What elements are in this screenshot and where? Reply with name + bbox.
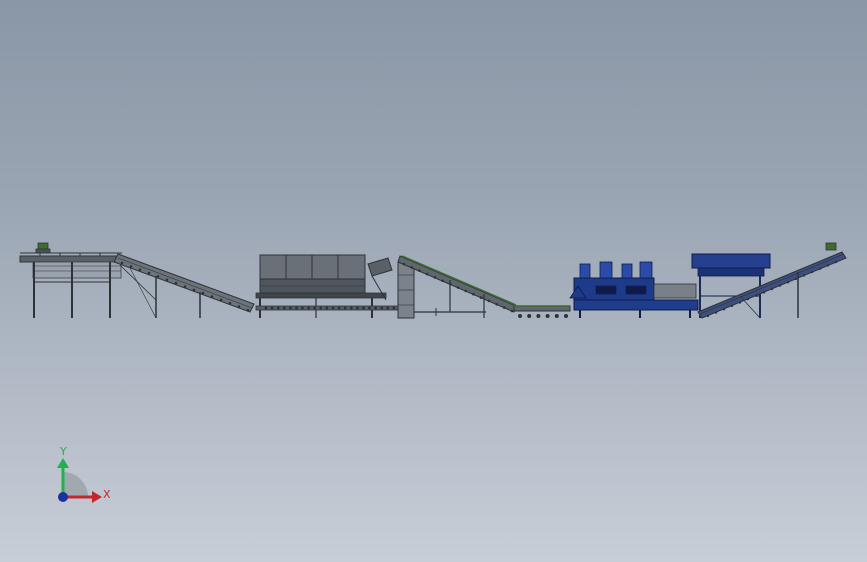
- conveyor-roller: [518, 314, 522, 318]
- conveyor-roller: [138, 268, 142, 272]
- conveyor-roller: [479, 296, 483, 299]
- conveyor-roller: [754, 294, 758, 297]
- conveyor-roller: [374, 306, 377, 310]
- conveyor-roller: [495, 303, 498, 306]
- conveyor-roller: [826, 264, 830, 267]
- conveyor-roller: [730, 304, 734, 308]
- triad-y-arrow: [57, 458, 69, 468]
- conveyor-roller: [425, 272, 429, 276]
- conveyor-roller: [536, 314, 541, 318]
- triad-y-label: Y: [59, 445, 67, 458]
- conveyor-roller: [418, 269, 421, 273]
- conveyor-roller: [706, 314, 710, 318]
- conveyor-roller: [210, 295, 214, 298]
- conveyor-roller: [738, 301, 742, 304]
- conveyor-roller: [834, 260, 838, 264]
- conveyor-roller: [356, 306, 359, 310]
- conveyor-roller: [770, 287, 774, 291]
- cad-viewport[interactable]: Y X: [0, 0, 867, 562]
- conveyor-roller: [219, 298, 223, 302]
- conveyor-roller: [380, 306, 384, 310]
- conveyor-roller: [368, 306, 371, 310]
- blue-processing-units: [569, 261, 699, 318]
- conveyor-roller: [325, 306, 329, 310]
- conveyor-roller: [237, 305, 241, 308]
- conveyor-roller: [362, 306, 365, 310]
- conveyor-roller: [487, 299, 491, 303]
- conveyor-roller: [156, 275, 160, 278]
- conveyor-roller: [545, 314, 550, 318]
- hopper-belt-rollers: [264, 306, 402, 310]
- conveyor-roller: [456, 286, 460, 289]
- conveyor-roller: [313, 306, 317, 310]
- conveyor-roller: [201, 291, 205, 295]
- coordinate-triad: Y X: [57, 445, 111, 503]
- conveyor-roller: [441, 279, 444, 283]
- conveyor-roller: [295, 306, 298, 310]
- conveyor-roller: [289, 306, 292, 310]
- conveyor-roller: [264, 306, 268, 310]
- triad-z-origin: [58, 492, 68, 502]
- conveyor-roller: [319, 306, 323, 310]
- conveyor-roller: [818, 267, 822, 270]
- conveyor-roller: [527, 314, 532, 318]
- left-conveyor-rollers: [120, 261, 250, 312]
- conveyor-roller: [802, 274, 806, 277]
- conveyor-roller: [714, 311, 718, 314]
- conveyor-roller: [554, 314, 559, 318]
- conveyor-roller: [331, 306, 335, 310]
- conveyor-roller: [349, 306, 353, 310]
- conveyor-roller: [402, 262, 406, 266]
- conveyor-roller: [337, 306, 341, 310]
- conveyor-roller: [503, 306, 506, 309]
- conveyor-roller: [307, 306, 310, 310]
- conveyor-roller: [472, 292, 475, 296]
- conveyor-roller: [192, 288, 196, 292]
- conveyor-roller: [386, 306, 390, 310]
- conveyor-roller: [120, 261, 124, 265]
- conveyor-roller: [228, 302, 232, 305]
- conveyor-roller: [762, 291, 766, 294]
- conveyor-roller: [746, 297, 750, 301]
- main-inclined-conveyor: [397, 255, 571, 319]
- conveyor-roller: [174, 281, 178, 285]
- conveyor-roller: [778, 284, 782, 287]
- conveyor-roller: [147, 271, 151, 275]
- conveyor-roller: [810, 270, 814, 274]
- triad-plane-shade: [63, 472, 88, 497]
- conveyor-roller: [510, 309, 514, 313]
- conveyor-roller: [282, 306, 286, 310]
- right-hopper-conveyor: [691, 242, 847, 319]
- conveyor-roller: [410, 266, 414, 269]
- conveyor-roller: [276, 306, 280, 310]
- left-platform-conveyor: [19, 242, 255, 319]
- assembly-drawing: Y X: [19, 242, 847, 503]
- conveyor-roller: [129, 265, 133, 268]
- triad-x-label: X: [103, 488, 111, 501]
- conveyor-roller: [564, 314, 568, 318]
- conveyor-roller: [449, 282, 452, 286]
- conveyor-roller: [270, 306, 274, 310]
- conveyor-roller: [165, 278, 169, 282]
- conveyor-roller: [392, 306, 396, 310]
- conveyor-roller: [183, 285, 187, 288]
- conveyor-roller: [786, 281, 790, 284]
- conveyor-roller: [246, 308, 250, 312]
- conveyor-roller: [794, 277, 798, 281]
- conveyor-roller: [301, 306, 304, 310]
- conveyor-roller: [464, 289, 468, 293]
- conveyor-roller: [722, 308, 726, 311]
- conveyor-roller: [433, 276, 437, 279]
- conveyor-roller: [343, 306, 347, 310]
- triad-x-arrow: [92, 491, 102, 503]
